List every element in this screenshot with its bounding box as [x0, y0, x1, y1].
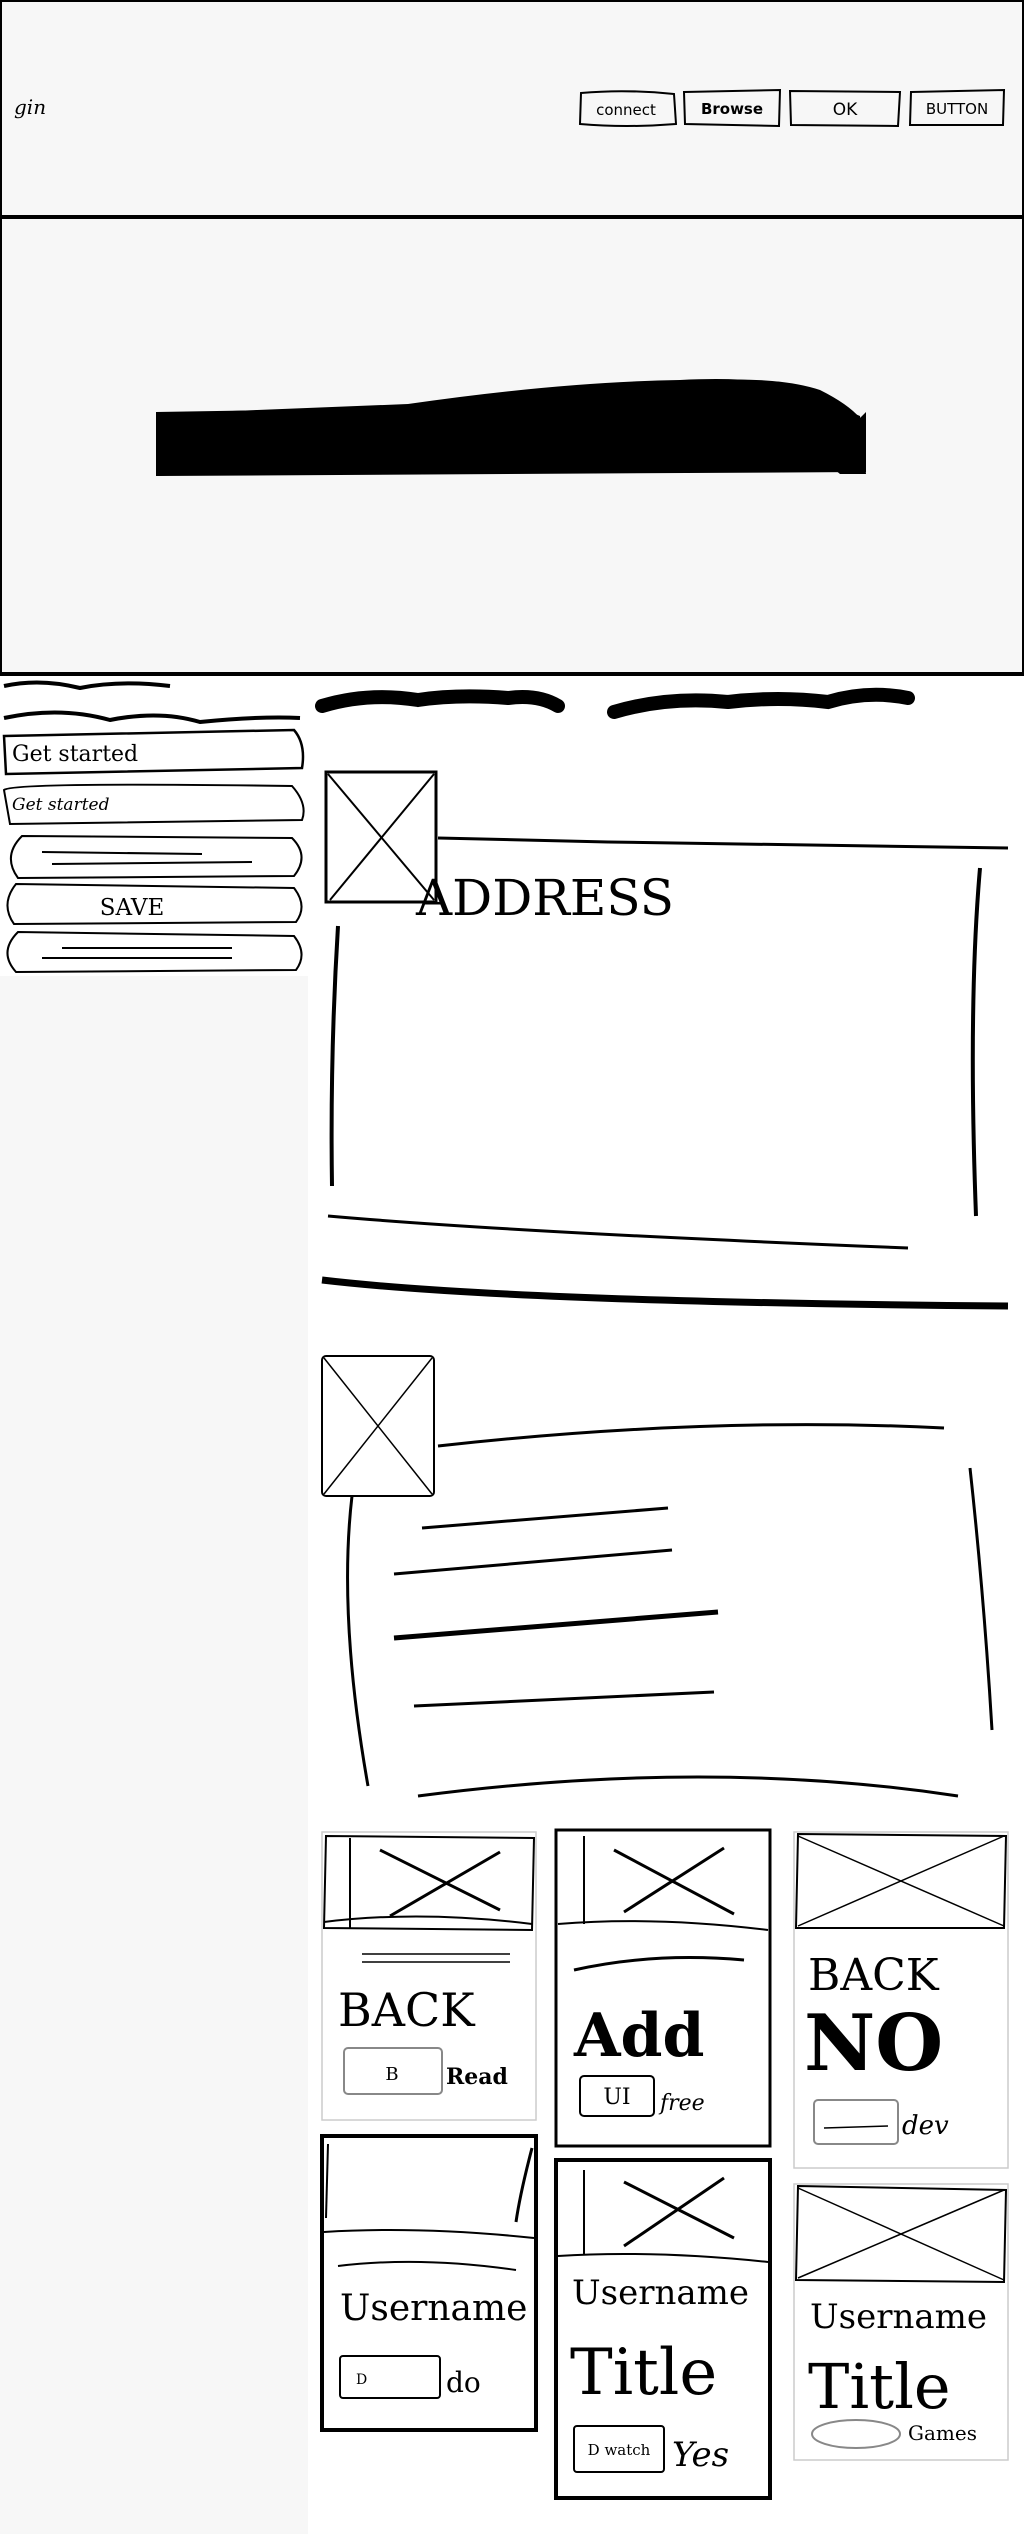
grid-card-3[interactable]: BACK NO dev — [792, 1830, 1010, 2170]
sidebar-item-get-started[interactable]: Get started — [2, 728, 306, 776]
sidebar-item-get-started-2[interactable]: Get started — [2, 780, 306, 828]
nav-ok-button[interactable]: OK — [788, 88, 902, 128]
section-heading-scribble — [315, 687, 915, 719]
nav-ok-label: OK — [833, 100, 858, 120]
grid-card-button-label: UI — [603, 2085, 630, 2110]
grid-card-title: Username — [810, 2297, 987, 2337]
logo-text: gin — [14, 95, 46, 119]
address-card — [321, 770, 1009, 1310]
grid-card-caption: Games — [908, 2421, 977, 2445]
svg-text:ADDRESS: ADDRESS — [415, 869, 674, 927]
grid-card-subtitle: Title — [570, 2336, 717, 2410]
sidebar-item-3[interactable] — [2, 832, 306, 882]
sidebar-item-label: Get started — [12, 742, 138, 767]
grid-card-6[interactable]: Username Title Games — [792, 2182, 1010, 2462]
grid-card-caption: dev — [902, 2111, 949, 2141]
grid-card-title: Add — [573, 2001, 704, 2071]
grid-card-subtitle: Title — [808, 2350, 951, 2423]
grid-card-caption: do — [446, 2366, 481, 2399]
grid-card-1[interactable]: BACK B Read — [320, 1830, 538, 2122]
nav-browse-label: Browse — [701, 100, 763, 118]
grid-card-button-label: B — [385, 2064, 398, 2085]
content-card — [321, 1355, 994, 1798]
sidebar-item-label: Get started — [12, 795, 110, 815]
address-card-heading: ADDRESS — [412, 860, 692, 930]
grid-card-subtitle: BACK — [808, 1950, 940, 2001]
logo[interactable]: gin — [14, 92, 64, 122]
grid-card-button-label: D watch — [588, 2441, 651, 2459]
grid-card-caption: Read — [446, 2064, 508, 2090]
hero-banner — [0, 218, 1024, 676]
grid-card-title: Username — [340, 2288, 527, 2329]
nav-browse-button[interactable]: Browse — [682, 88, 782, 128]
grid-card-4[interactable]: Username D do — [320, 2134, 538, 2432]
nav-connect-button[interactable]: connect — [576, 90, 678, 128]
nav-button-button[interactable]: BUTTON — [908, 88, 1006, 128]
sidebar-item-5[interactable] — [2, 926, 306, 976]
grid-card-title: BACK — [338, 1983, 476, 2037]
sidebar-item-label: SAVE — [100, 895, 165, 921]
sidebar-item-save[interactable]: SAVE — [2, 880, 306, 928]
grid-card-caption: free — [658, 2091, 705, 2116]
nav-connect-label: connect — [596, 101, 656, 119]
grid-card-title: Username — [572, 2273, 749, 2313]
grid-card-5[interactable]: Username Title D watch Yes — [554, 2158, 772, 2500]
grid-card-button-label: D — [356, 2372, 367, 2388]
grid-card-title: NO — [804, 1998, 943, 2089]
grid-card-2[interactable]: Add UI free — [554, 1828, 772, 2148]
grid-card-caption: Yes — [672, 2435, 729, 2475]
nav-button-label: BUTTON — [926, 100, 988, 118]
